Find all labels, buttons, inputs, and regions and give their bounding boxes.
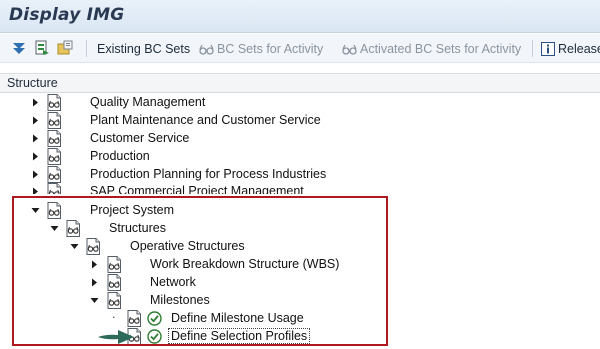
info-icon	[541, 42, 555, 56]
pointer-arrow-icon	[98, 330, 134, 344]
existing-bc-sets-button[interactable]: Existing BC Sets	[97, 41, 190, 57]
documentation-icon[interactable]	[47, 148, 61, 165]
release-notes-button[interactable]: Release	[541, 41, 600, 57]
bc-sets-for-activity-button[interactable]: BC Sets for Activity	[199, 41, 323, 57]
tree-node-sap-commercial[interactable]: SAP Commercial Project Management	[0, 183, 600, 194]
tree-node-production-planning[interactable]: Production Planning for Process Industri…	[0, 166, 600, 184]
tree-node-quality-management[interactable]: Quality Management	[0, 94, 600, 112]
tree-node-production[interactable]: Production	[0, 148, 600, 166]
expand-arrow-icon[interactable]	[31, 116, 40, 125]
highlight-box	[12, 196, 388, 346]
toolbar-separator	[86, 40, 87, 57]
glasses-icon	[199, 44, 214, 55]
expand-arrow-icon[interactable]	[31, 152, 40, 161]
expand-arrow-icon[interactable]	[31, 187, 40, 194]
glasses-icon	[342, 44, 357, 55]
expand-arrow-icon[interactable]	[31, 98, 40, 107]
application-toolbar: Existing BC Sets BC Sets for Activity Ac…	[0, 34, 600, 63]
expand-arrow-icon[interactable]	[31, 170, 40, 179]
expand-arrow-icon[interactable]	[31, 134, 40, 143]
title-bar: Display IMG	[0, 0, 600, 33]
documentation-icon[interactable]	[47, 166, 61, 183]
expand-subtree-icon[interactable]	[11, 40, 27, 56]
documentation-icon[interactable]	[47, 183, 61, 194]
window-title: Display IMG	[9, 5, 125, 25]
position-cursor-icon[interactable]	[34, 40, 50, 56]
folder-notes-icon[interactable]	[57, 40, 73, 56]
documentation-icon[interactable]	[47, 112, 61, 129]
tree-node-customer-service[interactable]: Customer Service	[0, 130, 600, 148]
documentation-icon[interactable]	[47, 94, 61, 111]
tree-node-plant-maintenance[interactable]: Plant Maintenance and Customer Service	[0, 112, 600, 130]
documentation-icon[interactable]	[47, 130, 61, 147]
activated-bc-sets-button[interactable]: Activated BC Sets for Activity	[342, 41, 521, 57]
structure-column-header: Structure	[0, 73, 600, 93]
toolbar-separator	[532, 40, 533, 57]
